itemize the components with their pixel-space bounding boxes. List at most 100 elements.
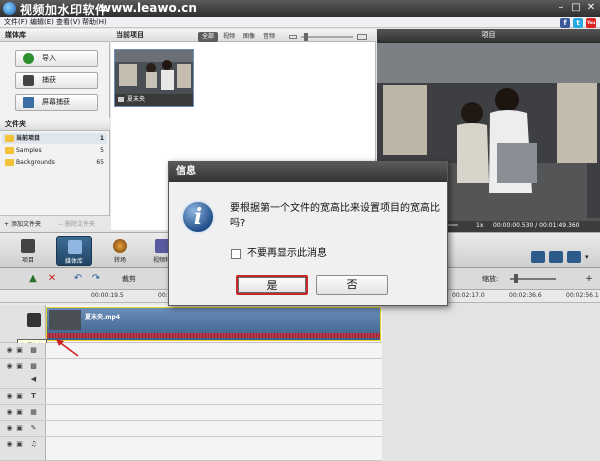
- eye-icon[interactable]: ◉: [6, 425, 13, 432]
- filter-tab-audio[interactable]: 音频: [259, 32, 279, 42]
- no-button[interactable]: 否: [316, 275, 388, 295]
- cut-button[interactable]: 裁剪: [122, 274, 136, 284]
- twitter-icon[interactable]: t: [573, 18, 583, 28]
- snapshot-icon[interactable]: [531, 251, 545, 263]
- delete-icon[interactable]: ✕: [46, 273, 58, 285]
- eye-icon[interactable]: ◉: [6, 393, 13, 400]
- info-icon: i: [181, 200, 215, 234]
- track-header: ◉ ▣ ♫: [0, 437, 46, 460]
- folder-item[interactable]: Backgrounds 65: [2, 157, 107, 168]
- eye-icon[interactable]: ◉: [6, 347, 13, 354]
- eye-icon[interactable]: ◉: [6, 409, 13, 416]
- filter-tab-video[interactable]: 视频: [219, 32, 239, 42]
- track-row[interactable]: ◉ ▣ ▩ ◀: [0, 359, 382, 389]
- maximize-icon[interactable]: □: [570, 2, 582, 14]
- tab-project[interactable]: 项目: [10, 236, 46, 266]
- screen-capture-button[interactable]: 屏幕捕获: [15, 94, 98, 111]
- track-row[interactable]: ◉ ▣ ▦: [0, 405, 382, 421]
- speaker-icon: ◀: [30, 375, 37, 383]
- close-icon[interactable]: ✕: [585, 2, 597, 14]
- dont-show-again-checkbox[interactable]: [231, 249, 241, 259]
- clip-name: 夏末央.mp4: [85, 314, 121, 321]
- timeline-clip[interactable]: 夏末央.mp4: [46, 307, 381, 341]
- overlay-track-icon: ▩: [30, 362, 37, 370]
- monitor-icon: [23, 97, 34, 108]
- capture-button[interactable]: 捕获: [15, 72, 98, 89]
- filter-tab-all[interactable]: 全部: [198, 32, 219, 42]
- track-row[interactable]: ◉ ▣ ✎: [0, 421, 382, 437]
- menu-bar: 文件(F) 编辑(E) 查看(V) 帮助(H) f t You: [0, 17, 600, 28]
- plus-icon: [23, 53, 34, 64]
- menu-file[interactable]: 文件(F): [4, 17, 28, 28]
- tab-media-library[interactable]: 媒体库: [56, 236, 92, 266]
- zoom-slider-handle[interactable]: [514, 274, 518, 283]
- facebook-icon[interactable]: f: [560, 18, 570, 28]
- add-folder-button[interactable]: + 添加文件夹: [4, 219, 41, 228]
- dialog-title: 信息: [169, 162, 447, 182]
- time-display: 00:00:00.530 / 00:01:49.360: [493, 222, 580, 229]
- import-button[interactable]: 导入: [15, 50, 98, 67]
- youtube-icon[interactable]: You: [586, 18, 596, 28]
- menu-help[interactable]: 帮助(H): [82, 17, 107, 28]
- capture-label: 捕获: [42, 76, 56, 84]
- clapperboard-icon: [27, 313, 41, 327]
- dialog-message: 要根据第一个文件的宽高比来设置项目的宽高比吗?: [230, 203, 440, 229]
- lock-icon[interactable]: ▣: [16, 347, 23, 354]
- eye-icon[interactable]: ◉: [6, 441, 13, 448]
- tab-transitions[interactable]: 转场: [102, 236, 138, 266]
- thumb-size-slider[interactable]: [301, 36, 353, 38]
- add-track-icon[interactable]: ▲: [27, 273, 39, 285]
- music-track-icon: ♫: [30, 440, 37, 448]
- video-track-icon: ▩: [30, 346, 37, 354]
- folder-icon: [5, 159, 14, 166]
- folder-icon: [5, 135, 14, 142]
- import-label: 导入: [42, 54, 56, 62]
- annotation-arrow-icon: [56, 339, 79, 357]
- track-header: ◉ ▣ T: [0, 389, 46, 404]
- lock-icon[interactable]: ▣: [16, 409, 23, 416]
- lock-icon[interactable]: ▣: [16, 425, 23, 432]
- folder-item[interactable]: Samples 5: [2, 145, 107, 156]
- app-title: 视频加水印软件: [20, 3, 108, 17]
- info-dialog: 信息 i 要根据第一个文件的宽高比来设置项目的宽高比吗? 不要再显示此消息 是 …: [168, 161, 448, 306]
- folder-actions-bar: + 添加文件夹 − 删除文件夹: [0, 215, 110, 230]
- track-header: ◉ ▣ ▩: [0, 343, 46, 358]
- track-header: ◉ ▣ ▦: [0, 405, 46, 420]
- timeline-empty-area[interactable]: [382, 303, 600, 461]
- app-logo-icon: [3, 2, 16, 15]
- media-thumbnail[interactable]: 夏末央: [114, 49, 194, 107]
- minimize-icon[interactable]: –: [555, 2, 567, 14]
- volume-icon[interactable]: [567, 251, 581, 263]
- more-arrow-icon[interactable]: ▾: [585, 251, 595, 263]
- camera-icon[interactable]: [549, 251, 563, 263]
- film-icon: [118, 97, 124, 102]
- track-row[interactable]: ◉ ▣ T: [0, 389, 382, 405]
- effects-track-icon: ▦: [30, 408, 37, 416]
- track-header: ◉ ▣ ▩ ◀: [0, 359, 46, 388]
- folder-icon: [5, 147, 14, 154]
- undo-icon[interactable]: ↶: [72, 273, 84, 285]
- track-row[interactable]: ◉ ▣ ♫: [0, 437, 382, 461]
- thumb-size-slider-handle[interactable]: [304, 33, 308, 41]
- redo-icon[interactable]: ↷: [90, 273, 102, 285]
- lock-icon[interactable]: ▣: [16, 441, 23, 448]
- zoom-in-icon[interactable]: +: [583, 273, 595, 285]
- clip-thumbnail: [49, 310, 81, 330]
- lock-icon[interactable]: ▣: [16, 393, 23, 400]
- track-header: ◉ ▣ ✎: [0, 421, 46, 436]
- title-bar: 视频加水印软件 www.leawo.cn – □ ✕: [0, 0, 600, 17]
- dont-show-again-label[interactable]: 不要再显示此消息: [247, 247, 327, 260]
- playback-speed: 1x: [476, 222, 484, 229]
- filter-tab-image[interactable]: 图像: [239, 32, 259, 42]
- menu-edit[interactable]: 编辑(E): [30, 17, 54, 28]
- lock-icon[interactable]: ▣: [16, 363, 23, 370]
- delete-folder-button[interactable]: − 删除文件夹: [58, 219, 95, 228]
- yes-button[interactable]: 是: [236, 275, 308, 295]
- folders-header: 文件夹: [0, 118, 110, 131]
- preview-header: 项目: [377, 29, 600, 42]
- folder-item[interactable]: 当前项目 1: [2, 133, 107, 144]
- media-library-panel: 媒体库 导入 捕获 屏幕捕获 文件夹 当前项目 1 Samples 5 Back…: [0, 29, 110, 230]
- menu-view[interactable]: 查看(V): [56, 17, 80, 28]
- eye-icon[interactable]: ◉: [6, 363, 13, 370]
- transition-track-icon: ✎: [30, 424, 37, 432]
